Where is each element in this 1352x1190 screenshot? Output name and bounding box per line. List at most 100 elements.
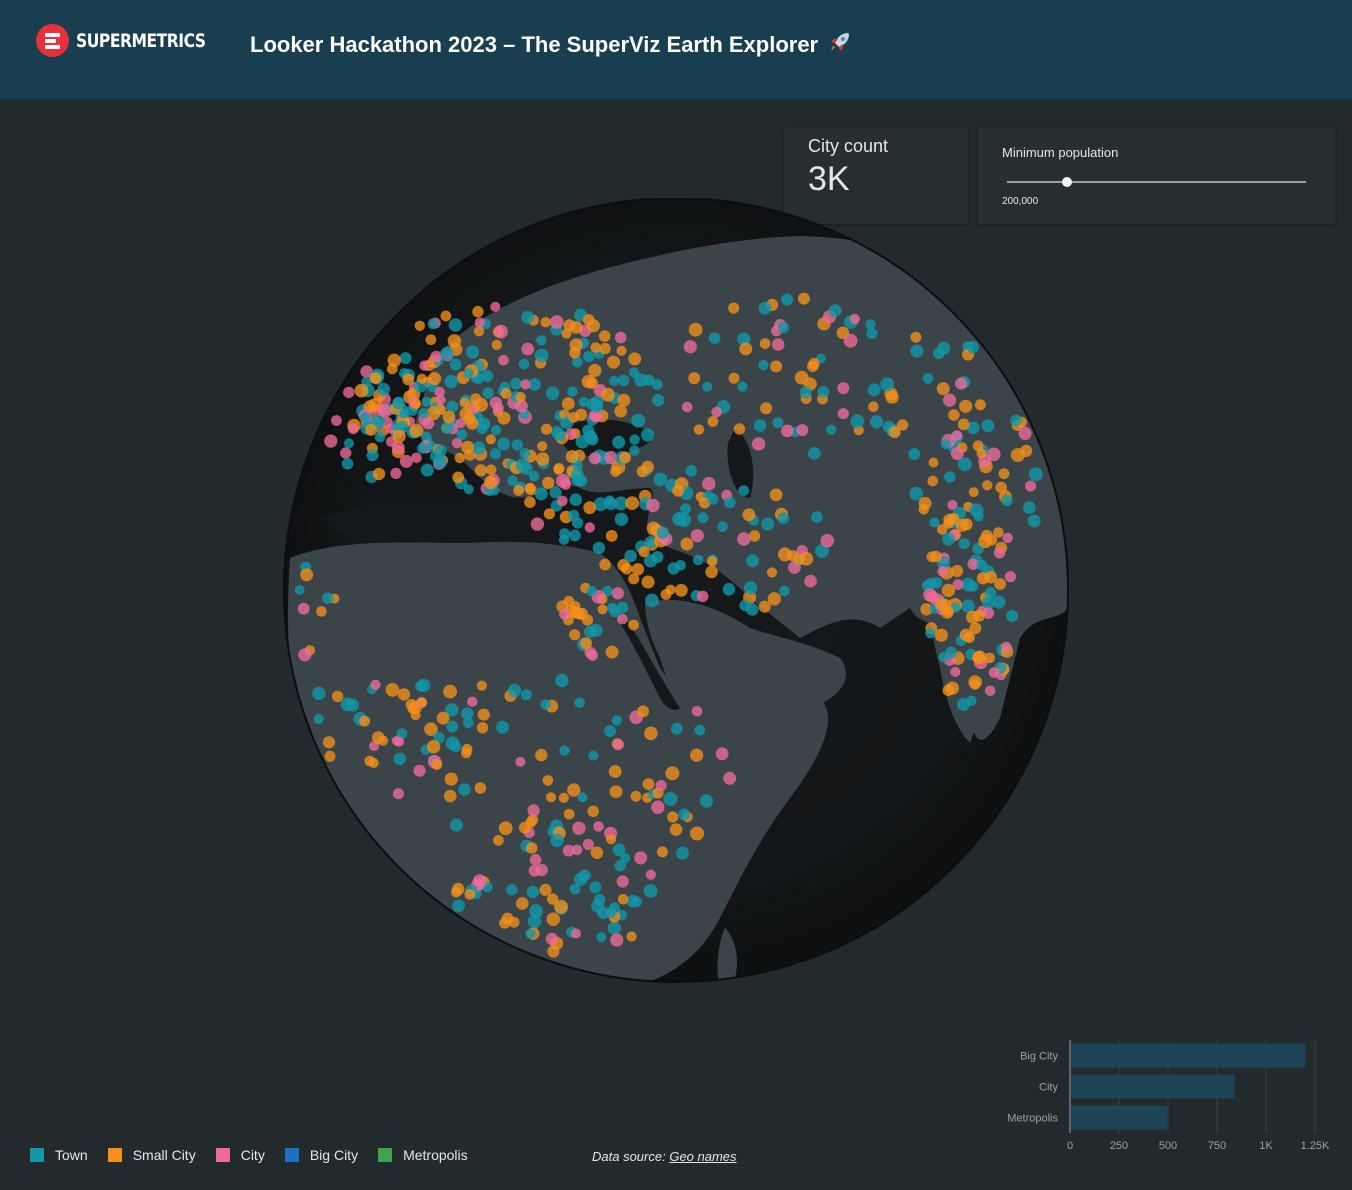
city-marker[interactable] [546,912,561,926]
city-marker[interactable] [629,445,640,456]
city-marker[interactable] [826,424,837,435]
population-slider-track[interactable] [1007,177,1306,187]
city-marker[interactable] [418,408,429,419]
city-marker[interactable] [707,416,719,427]
city-marker[interactable] [925,578,937,590]
city-marker[interactable] [742,508,756,522]
city-marker[interactable] [925,628,936,639]
city-marker[interactable] [435,394,446,405]
city-marker[interactable] [1010,414,1022,427]
city-marker[interactable] [456,429,468,441]
city-marker[interactable] [942,532,956,546]
city-marker[interactable] [930,550,942,563]
city-marker[interactable] [391,441,405,455]
city-marker[interactable] [476,423,488,435]
city-marker[interactable] [524,482,536,493]
city-marker[interactable] [324,434,338,448]
city-marker[interactable] [1000,641,1012,653]
city-marker[interactable] [540,423,553,435]
city-marker[interactable] [506,884,518,896]
city-marker[interactable] [534,348,549,363]
city-marker[interactable] [540,317,551,328]
city-marker[interactable] [490,301,501,312]
city-marker[interactable] [431,759,443,770]
city-marker[interactable] [751,437,766,451]
city-marker[interactable] [343,438,354,449]
city-marker[interactable] [399,352,412,365]
city-marker[interactable] [817,386,830,398]
city-marker[interactable] [968,487,979,498]
city-marker[interactable] [590,342,601,353]
city-marker[interactable] [643,883,658,898]
city-marker[interactable] [459,397,470,408]
city-marker[interactable] [416,373,427,384]
city-marker[interactable] [653,472,668,487]
city-marker[interactable] [1018,426,1032,440]
city-marker[interactable] [417,443,428,454]
city-marker[interactable] [526,885,540,899]
city-marker[interactable] [672,512,686,526]
city-marker[interactable] [779,585,790,597]
city-marker[interactable] [655,780,667,792]
city-marker[interactable] [808,357,820,370]
city-marker[interactable] [723,771,737,785]
city-marker[interactable] [386,363,398,375]
city-marker[interactable] [411,398,422,409]
city-marker[interactable] [733,423,746,435]
city-marker[interactable] [444,772,458,786]
city-marker[interactable] [331,690,344,703]
city-marker[interactable] [440,346,454,361]
city-marker[interactable] [587,805,599,818]
city-marker[interactable] [558,792,569,804]
city-marker[interactable] [737,381,748,392]
city-marker[interactable] [951,564,964,578]
city-marker[interactable] [545,386,560,400]
city-marker[interactable] [617,393,631,407]
city-marker[interactable] [694,724,706,736]
city-marker[interactable] [498,354,509,366]
city-marker[interactable] [540,699,551,710]
city-marker[interactable] [743,581,758,595]
city-marker[interactable] [561,328,572,339]
city-marker[interactable] [998,468,1010,480]
city-marker[interactable] [409,423,424,438]
city-marker[interactable] [331,415,342,426]
city-marker[interactable] [520,689,532,701]
city-marker[interactable] [359,715,371,727]
city-marker[interactable] [372,467,386,481]
city-marker[interactable] [866,328,878,340]
city-marker[interactable] [474,317,485,328]
city-marker[interactable] [521,310,535,324]
city-marker[interactable] [690,529,704,543]
city-marker[interactable] [626,931,637,942]
city-marker[interactable] [518,358,530,370]
city-marker[interactable] [397,688,411,701]
city-marker[interactable] [441,421,454,434]
city-marker[interactable] [982,480,993,491]
city-marker[interactable] [298,648,312,662]
city-marker[interactable] [606,355,621,369]
geo-names-link[interactable]: Geo names [669,1149,736,1164]
city-marker[interactable] [421,396,432,407]
city-marker[interactable] [554,899,569,914]
city-marker[interactable] [569,493,583,507]
city-marker[interactable] [584,522,595,533]
city-marker[interactable] [368,757,379,769]
city-marker[interactable] [415,680,426,692]
city-marker[interactable] [950,666,961,677]
city-marker[interactable] [630,790,642,802]
city-marker[interactable] [667,562,680,575]
city-marker[interactable] [976,448,987,459]
city-marker[interactable] [777,321,790,334]
city-marker[interactable] [463,368,474,379]
city-marker[interactable] [588,452,602,465]
city-marker[interactable] [294,585,305,595]
city-marker[interactable] [547,945,560,958]
city-marker[interactable] [588,750,599,761]
city-marker[interactable] [967,580,979,592]
city-marker[interactable] [922,373,934,384]
city-marker[interactable] [645,593,659,608]
city-marker[interactable] [451,887,462,898]
city-marker[interactable] [676,846,689,860]
city-marker[interactable] [555,673,569,688]
